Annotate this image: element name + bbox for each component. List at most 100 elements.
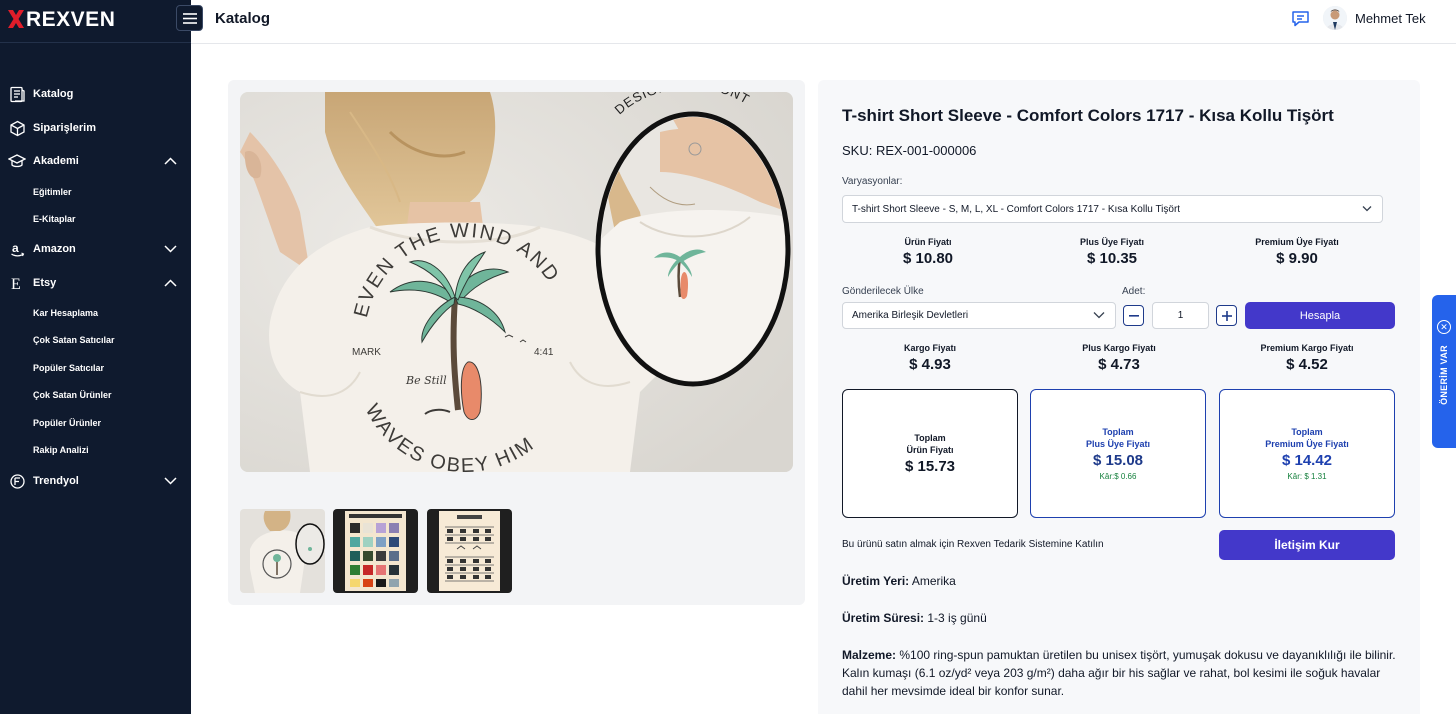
sidebar-subitem-populer-urunler[interactable]: Popüler Ürünler: [0, 412, 191, 434]
variation-select[interactable]: T-shirt Short Sleeve - S, M, L, XL - Com…: [842, 195, 1383, 223]
sidebar-subitem-label: Çok Satan Ürünler: [33, 390, 112, 400]
price-label: Premium Üye Fiyatı: [1255, 237, 1339, 247]
quantity-increase-button[interactable]: [1216, 305, 1237, 326]
shipping-price: Kargo Fiyatı $ 4.93: [840, 343, 1020, 373]
user-name[interactable]: Mehmet Tek: [1355, 11, 1426, 26]
sidebar-item-label: Amazon: [33, 243, 76, 255]
calculate-button[interactable]: Hesapla: [1245, 302, 1395, 329]
sidebar-subitem-egitimler[interactable]: Eğitimler: [0, 181, 191, 203]
total-label-1: Toplam: [914, 433, 946, 443]
total-value: $ 15.73: [904, 458, 956, 475]
trendyol-icon: [8, 472, 26, 490]
avatar[interactable]: [1323, 6, 1347, 30]
country-label: Gönderilecek Ülke: [842, 286, 924, 297]
product-main-image[interactable]: EVEN THE WIND AND WAVES OBEY HIM MARK 4:…: [240, 92, 793, 472]
sidebar-item-siparislerim[interactable]: Siparişlerim: [0, 114, 191, 142]
sidebar: REXVEN Katalog Siparişlerim Akademi Eğit…: [0, 0, 191, 714]
rexven-logo[interactable]: REXVEN: [8, 8, 115, 30]
sidebar-subitem-label: Eğitimler: [33, 187, 72, 197]
sidebar-item-label: Etsy: [33, 277, 57, 289]
chevron-down-icon: [1362, 204, 1372, 215]
contact-button[interactable]: İletişim Kur: [1219, 530, 1395, 560]
country-select-value: Amerika Birleşik Devletleri: [852, 310, 969, 321]
close-icon[interactable]: ✕: [1437, 320, 1451, 334]
sidebar-subitem-label: Kar Hesaplama: [33, 308, 99, 318]
price-plus: Plus Üye Fiyatı $ 10.35: [1022, 237, 1202, 267]
sidebar-item-amazon[interactable]: a Amazon: [0, 235, 191, 263]
shipping-value: $ 4.93: [909, 356, 951, 373]
rexven-x-icon: [8, 10, 24, 28]
material-value: %100 ring-spun pamuktan üretilen bu unis…: [842, 648, 1396, 698]
suggestion-tab[interactable]: ✕ ÖNERİM VAR: [1432, 295, 1456, 448]
product-sku: SKU: REX-001-000006: [842, 143, 977, 158]
total-label-2: Plus Üye Fiyatı: [1085, 439, 1151, 449]
sidebar-divider: [0, 42, 191, 43]
hamburger-icon: [182, 12, 197, 24]
chevron-up-icon: [163, 276, 177, 290]
country-select[interactable]: Amerika Birleşik Devletleri: [842, 302, 1116, 329]
thumbnail-3[interactable]: [427, 509, 512, 593]
sidebar-subitem-rakip-analizi[interactable]: Rakip Analizi: [0, 439, 191, 461]
price-label: Plus Üye Fiyatı: [1079, 237, 1145, 247]
total-value: $ 14.42: [1281, 452, 1333, 469]
shipping-label: Kargo Fiyatı: [903, 343, 956, 353]
shirt-print-left-text: MARK: [352, 347, 381, 358]
sidebar-item-label: Akademi: [33, 155, 79, 167]
production-duration-label: Üretim Süresi:: [842, 611, 925, 625]
production-duration: Üretim Süresi: 1-3 iş günü: [842, 611, 987, 625]
production-place: Üretim Yeri: Amerika: [842, 574, 956, 588]
sidebar-item-etsy[interactable]: E Etsy: [0, 269, 191, 297]
total-premium-box: Toplam Premium Üye Fiyatı $ 14.42 Kâr: $…: [1219, 389, 1395, 518]
sidebar-item-label: Siparişlerim: [33, 122, 96, 134]
sidebar-subitem-label: Popüler Satıcılar: [33, 363, 105, 373]
plus-icon: [1221, 310, 1232, 321]
sidebar-subitem-populer-saticilar[interactable]: Popüler Satıcılar: [0, 357, 191, 379]
sidebar-subitem-kar-hesaplama[interactable]: Kar Hesaplama: [0, 302, 191, 324]
material-description: Malzeme: %100 ring-spun pamuktan üretile…: [842, 646, 1402, 700]
sidebar-item-label: Trendyol: [33, 475, 79, 487]
quantity-label: Adet:: [1122, 286, 1146, 297]
production-duration-value: 1-3 iş günü: [927, 611, 987, 625]
sidebar-item-akademi[interactable]: Akademi: [0, 147, 191, 175]
sidebar-item-katalog[interactable]: Katalog: [0, 80, 191, 108]
price-value: $ 10.80: [902, 250, 954, 267]
product-title: T-shirt Short Sleeve - Comfort Colors 17…: [842, 106, 1334, 125]
variations-label: Varyasyonlar:: [842, 176, 903, 187]
price-value: $ 10.35: [1086, 250, 1138, 267]
chat-icon[interactable]: [1291, 9, 1310, 28]
production-place-value: Amerika: [911, 574, 956, 588]
thumbnail-2[interactable]: [333, 509, 418, 593]
shipping-label: Premium Kargo Fiyatı: [1260, 343, 1354, 353]
quantity-input[interactable]: [1152, 302, 1209, 329]
catalog-icon: [8, 85, 26, 103]
quantity-decrease-button[interactable]: [1123, 305, 1144, 326]
sidebar-subitem-e-kitaplar[interactable]: E-Kitaplar: [0, 208, 191, 230]
variation-select-value: T-shirt Short Sleeve - S, M, L, XL - Com…: [852, 203, 1181, 215]
shipping-label: Plus Kargo Fiyatı: [1082, 343, 1156, 353]
material-label: Malzeme:: [842, 648, 897, 662]
svg-text:a: a: [12, 241, 19, 255]
thumbnail-1[interactable]: [240, 509, 325, 593]
price-value: $ 9.90: [1276, 250, 1318, 267]
sidebar-subitem-cok-satan-urunler[interactable]: Çok Satan Ürünler: [0, 384, 191, 406]
minus-icon: [1128, 314, 1139, 317]
chevron-down-icon: [163, 242, 177, 256]
total-value: $ 15.08: [1092, 452, 1144, 469]
chevron-down-icon: [1093, 310, 1105, 321]
profit-text: Kâr: $ 1.31: [1287, 472, 1327, 481]
total-label-2: Ürün Fiyatı: [906, 445, 954, 455]
production-place-label: Üretim Yeri:: [842, 574, 910, 588]
sidebar-subitem-label: Popüler Ürünler: [33, 418, 102, 428]
suggestion-label: ÖNERİM VAR: [1439, 345, 1449, 405]
sidebar-item-trendyol[interactable]: Trendyol: [0, 467, 191, 495]
sidebar-subitem-cok-satan-saticilar[interactable]: Çok Satan Satıcılar: [0, 329, 191, 351]
shipping-value: $ 4.52: [1286, 356, 1328, 373]
shipping-plus-price: Plus Kargo Fiyatı $ 4.73: [1029, 343, 1209, 373]
sidebar-subitem-label: E-Kitaplar: [33, 214, 76, 224]
sidebar-subitem-label: Çok Satan Satıcılar: [33, 335, 115, 345]
hamburger-menu-button[interactable]: [176, 5, 203, 31]
total-label-1: Toplam: [1102, 427, 1134, 437]
etsy-icon: E: [8, 274, 26, 292]
logo-text: REXVEN: [26, 7, 116, 31]
total-plus-box: Toplam Plus Üye Fiyatı $ 15.08 Kâr:$ 0.6…: [1030, 389, 1206, 518]
